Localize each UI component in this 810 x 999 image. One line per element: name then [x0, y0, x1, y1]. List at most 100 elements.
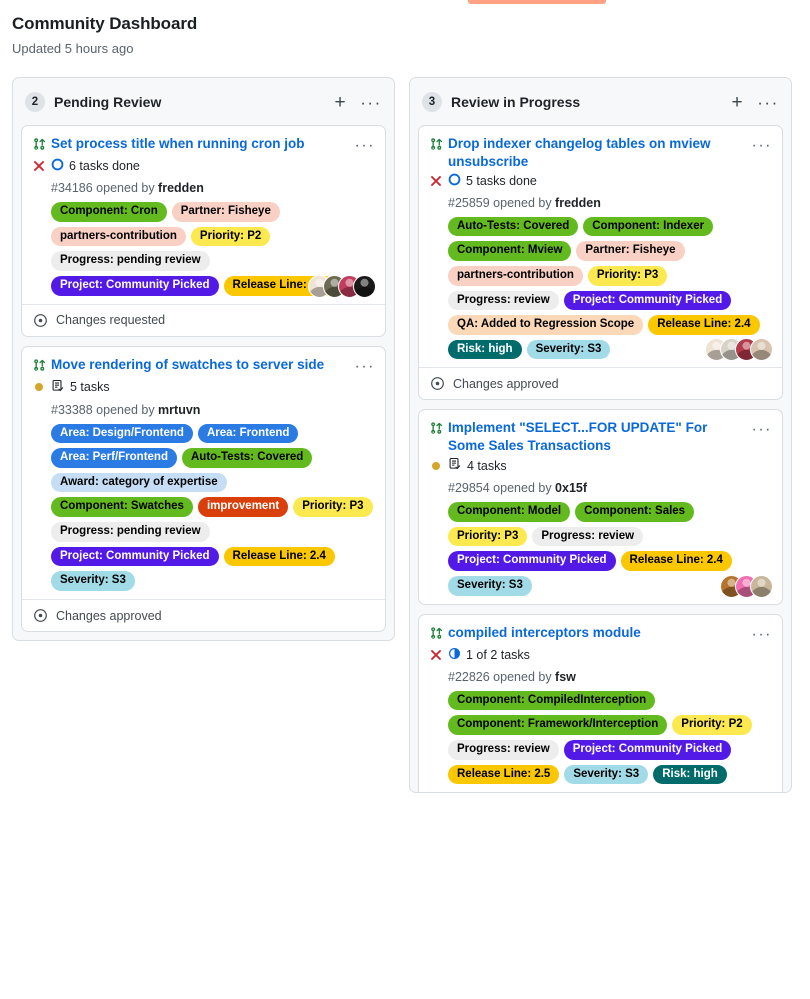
label-chip[interactable]: Area: Frontend — [198, 424, 298, 444]
column-count: 2 — [25, 92, 45, 112]
column-cards: Drop indexer changelog tables on mview u… — [410, 125, 791, 792]
card-author[interactable]: 0x15f — [555, 481, 587, 495]
card-title[interactable]: Set process title when running cron job — [51, 135, 350, 153]
label-chip[interactable]: Area: Perf/Frontend — [51, 448, 177, 468]
label-chip[interactable]: Risk: high — [653, 765, 727, 785]
column-header: 3Review in Progress+··· — [410, 78, 791, 125]
card-more-button[interactable]: ··· — [355, 359, 375, 375]
tasklist-icon — [51, 379, 65, 396]
avatar[interactable] — [353, 275, 376, 298]
task-progress: 4 tasks — [448, 457, 507, 474]
label-chip[interactable]: Release Line: 2.4 — [621, 551, 732, 571]
label-chip[interactable]: Priority: P3 — [448, 527, 527, 547]
dashboard-page: Community Dashboard Updated 5 hours ago … — [0, 0, 810, 793]
avatar[interactable] — [750, 575, 773, 598]
label-chip[interactable]: Risk: high — [448, 340, 522, 360]
label-chip[interactable]: Component: Sales — [575, 502, 694, 522]
label-chip[interactable]: Component: Mview — [448, 241, 571, 261]
label-chip[interactable]: improvement — [198, 497, 288, 517]
label-chip[interactable]: Project: Community Picked — [564, 291, 732, 311]
card-title-wrap: compiled interceptors module — [448, 624, 747, 642]
label-chip[interactable]: Severity: S3 — [564, 765, 648, 785]
card-meta-row: 5 tasks done — [429, 173, 772, 189]
label-chip[interactable]: Progress: pending review — [51, 522, 210, 542]
card-more-button[interactable]: ··· — [355, 138, 375, 154]
board: 2Pending Review+···Set process title whe… — [0, 77, 810, 793]
label-chip[interactable]: Progress: review — [448, 291, 559, 311]
card-author[interactable]: fredden — [158, 181, 204, 195]
label-chip[interactable]: Progress: pending review — [51, 251, 210, 271]
label-chip[interactable]: Severity: S3 — [527, 340, 611, 360]
label-chip[interactable]: Priority: P3 — [293, 497, 372, 517]
column-more-button[interactable]: ··· — [360, 91, 382, 113]
label-chip[interactable]: Area: Design/Frontend — [51, 424, 193, 444]
label-chip[interactable]: Project: Community Picked — [51, 276, 219, 296]
card-title[interactable]: compiled interceptors module — [448, 624, 747, 642]
card-title-row: Implement "SELECT...FOR UPDATE" For Some… — [429, 419, 772, 455]
card-meta-row: 4 tasks — [429, 457, 772, 474]
card-title[interactable]: Drop indexer changelog tables on mview u… — [448, 135, 747, 171]
label-chip[interactable]: Project: Community Picked — [448, 551, 616, 571]
label-chip[interactable]: Progress: review — [532, 527, 643, 547]
label-chip[interactable]: Auto-Tests: Covered — [448, 217, 578, 237]
kebab-icon: ··· — [360, 94, 381, 111]
card-footer: Changes approved — [419, 367, 782, 399]
card-title[interactable]: Implement "SELECT...FOR UPDATE" For Some… — [448, 419, 747, 455]
label-chip[interactable]: Release Line: 2.5 — [448, 765, 559, 785]
label-chip[interactable]: Priority: P3 — [588, 266, 667, 286]
label-chip[interactable]: Component: Swatches — [51, 497, 193, 517]
page-subtitle: Updated 5 hours ago — [12, 41, 798, 56]
label-chip[interactable]: Project: Community Picked — [564, 740, 732, 760]
issue-card[interactable]: Drop indexer changelog tables on mview u… — [418, 125, 783, 400]
label-chip[interactable]: Partner: Fisheye — [576, 241, 684, 261]
task-progress-text: 4 tasks — [467, 459, 507, 473]
task-progress: 1 of 2 tasks — [448, 647, 530, 663]
card-author[interactable]: fredden — [555, 196, 601, 210]
label-chip[interactable]: Priority: P2 — [672, 715, 751, 735]
issue-card[interactable]: Move rendering of swatches to server sid… — [21, 346, 386, 632]
label-chip[interactable]: Component: Indexer — [583, 217, 713, 237]
pending-check-icon — [429, 461, 443, 471]
card-more-button[interactable]: ··· — [752, 627, 772, 643]
label-chip[interactable]: QA: Added to Regression Scope — [448, 315, 643, 335]
label-chip[interactable]: Component: Model — [448, 502, 570, 522]
card-body: compiled interceptors module ··· 1 of 2 ta… — [419, 615, 782, 793]
label-chip[interactable]: Component: Framework/Interception — [448, 715, 667, 735]
card-body: Set process title when running cron job ·… — [22, 126, 385, 304]
card-author[interactable]: mrtuvn — [158, 403, 200, 417]
issue-card[interactable]: compiled interceptors module ··· 1 of 2 ta… — [418, 614, 783, 793]
card-issue-number: #34186 opened by — [51, 181, 158, 195]
label-chip[interactable]: Auto-Tests: Covered — [182, 448, 312, 468]
add-card-button[interactable]: + — [329, 91, 351, 113]
card-title-row: Move rendering of swatches to server sid… — [32, 356, 375, 377]
review-status-text: Changes approved — [453, 377, 559, 391]
review-status-text: Changes requested — [56, 313, 165, 327]
label-chip[interactable]: Progress: review — [448, 740, 559, 760]
task-progress: 6 tasks done — [51, 158, 140, 174]
card-title[interactable]: Move rendering of swatches to server sid… — [51, 356, 350, 374]
label-chip[interactable]: Severity: S3 — [448, 576, 532, 596]
task-progress-text: 6 tasks done — [69, 159, 140, 173]
label-chip[interactable]: Priority: P2 — [191, 227, 270, 247]
half-circle-icon — [448, 647, 461, 663]
label-chip[interactable]: Severity: S3 — [51, 571, 135, 591]
card-title-wrap: Implement "SELECT...FOR UPDATE" For Some… — [448, 419, 747, 455]
card-more-button[interactable]: ··· — [752, 422, 772, 438]
label-chip[interactable]: Project: Community Picked — [51, 547, 219, 567]
label-chip[interactable]: Partner: Fisheye — [172, 202, 280, 222]
card-meta-row: 1 of 2 tasks — [429, 647, 772, 663]
label-chip[interactable]: Release Line: 2.4 — [224, 547, 335, 567]
issue-card[interactable]: Set process title when running cron job ·… — [21, 125, 386, 337]
label-chip[interactable]: Component: CompiledInterception — [448, 691, 655, 711]
label-chip[interactable]: partners-contribution — [51, 227, 186, 247]
add-card-button[interactable]: + — [726, 91, 748, 113]
label-chip[interactable]: partners-contribution — [448, 266, 583, 286]
label-chip[interactable]: Award: category of expertise — [51, 473, 227, 493]
avatar[interactable] — [750, 338, 773, 361]
column-more-button[interactable]: ··· — [757, 91, 779, 113]
card-more-button[interactable]: ··· — [752, 138, 772, 154]
card-author[interactable]: fsw — [555, 670, 576, 684]
issue-card[interactable]: Implement "SELECT...FOR UPDATE" For Some… — [418, 409, 783, 604]
label-chip[interactable]: Component: Cron — [51, 202, 167, 222]
label-chip[interactable]: Release Line: 2.4 — [648, 315, 759, 335]
